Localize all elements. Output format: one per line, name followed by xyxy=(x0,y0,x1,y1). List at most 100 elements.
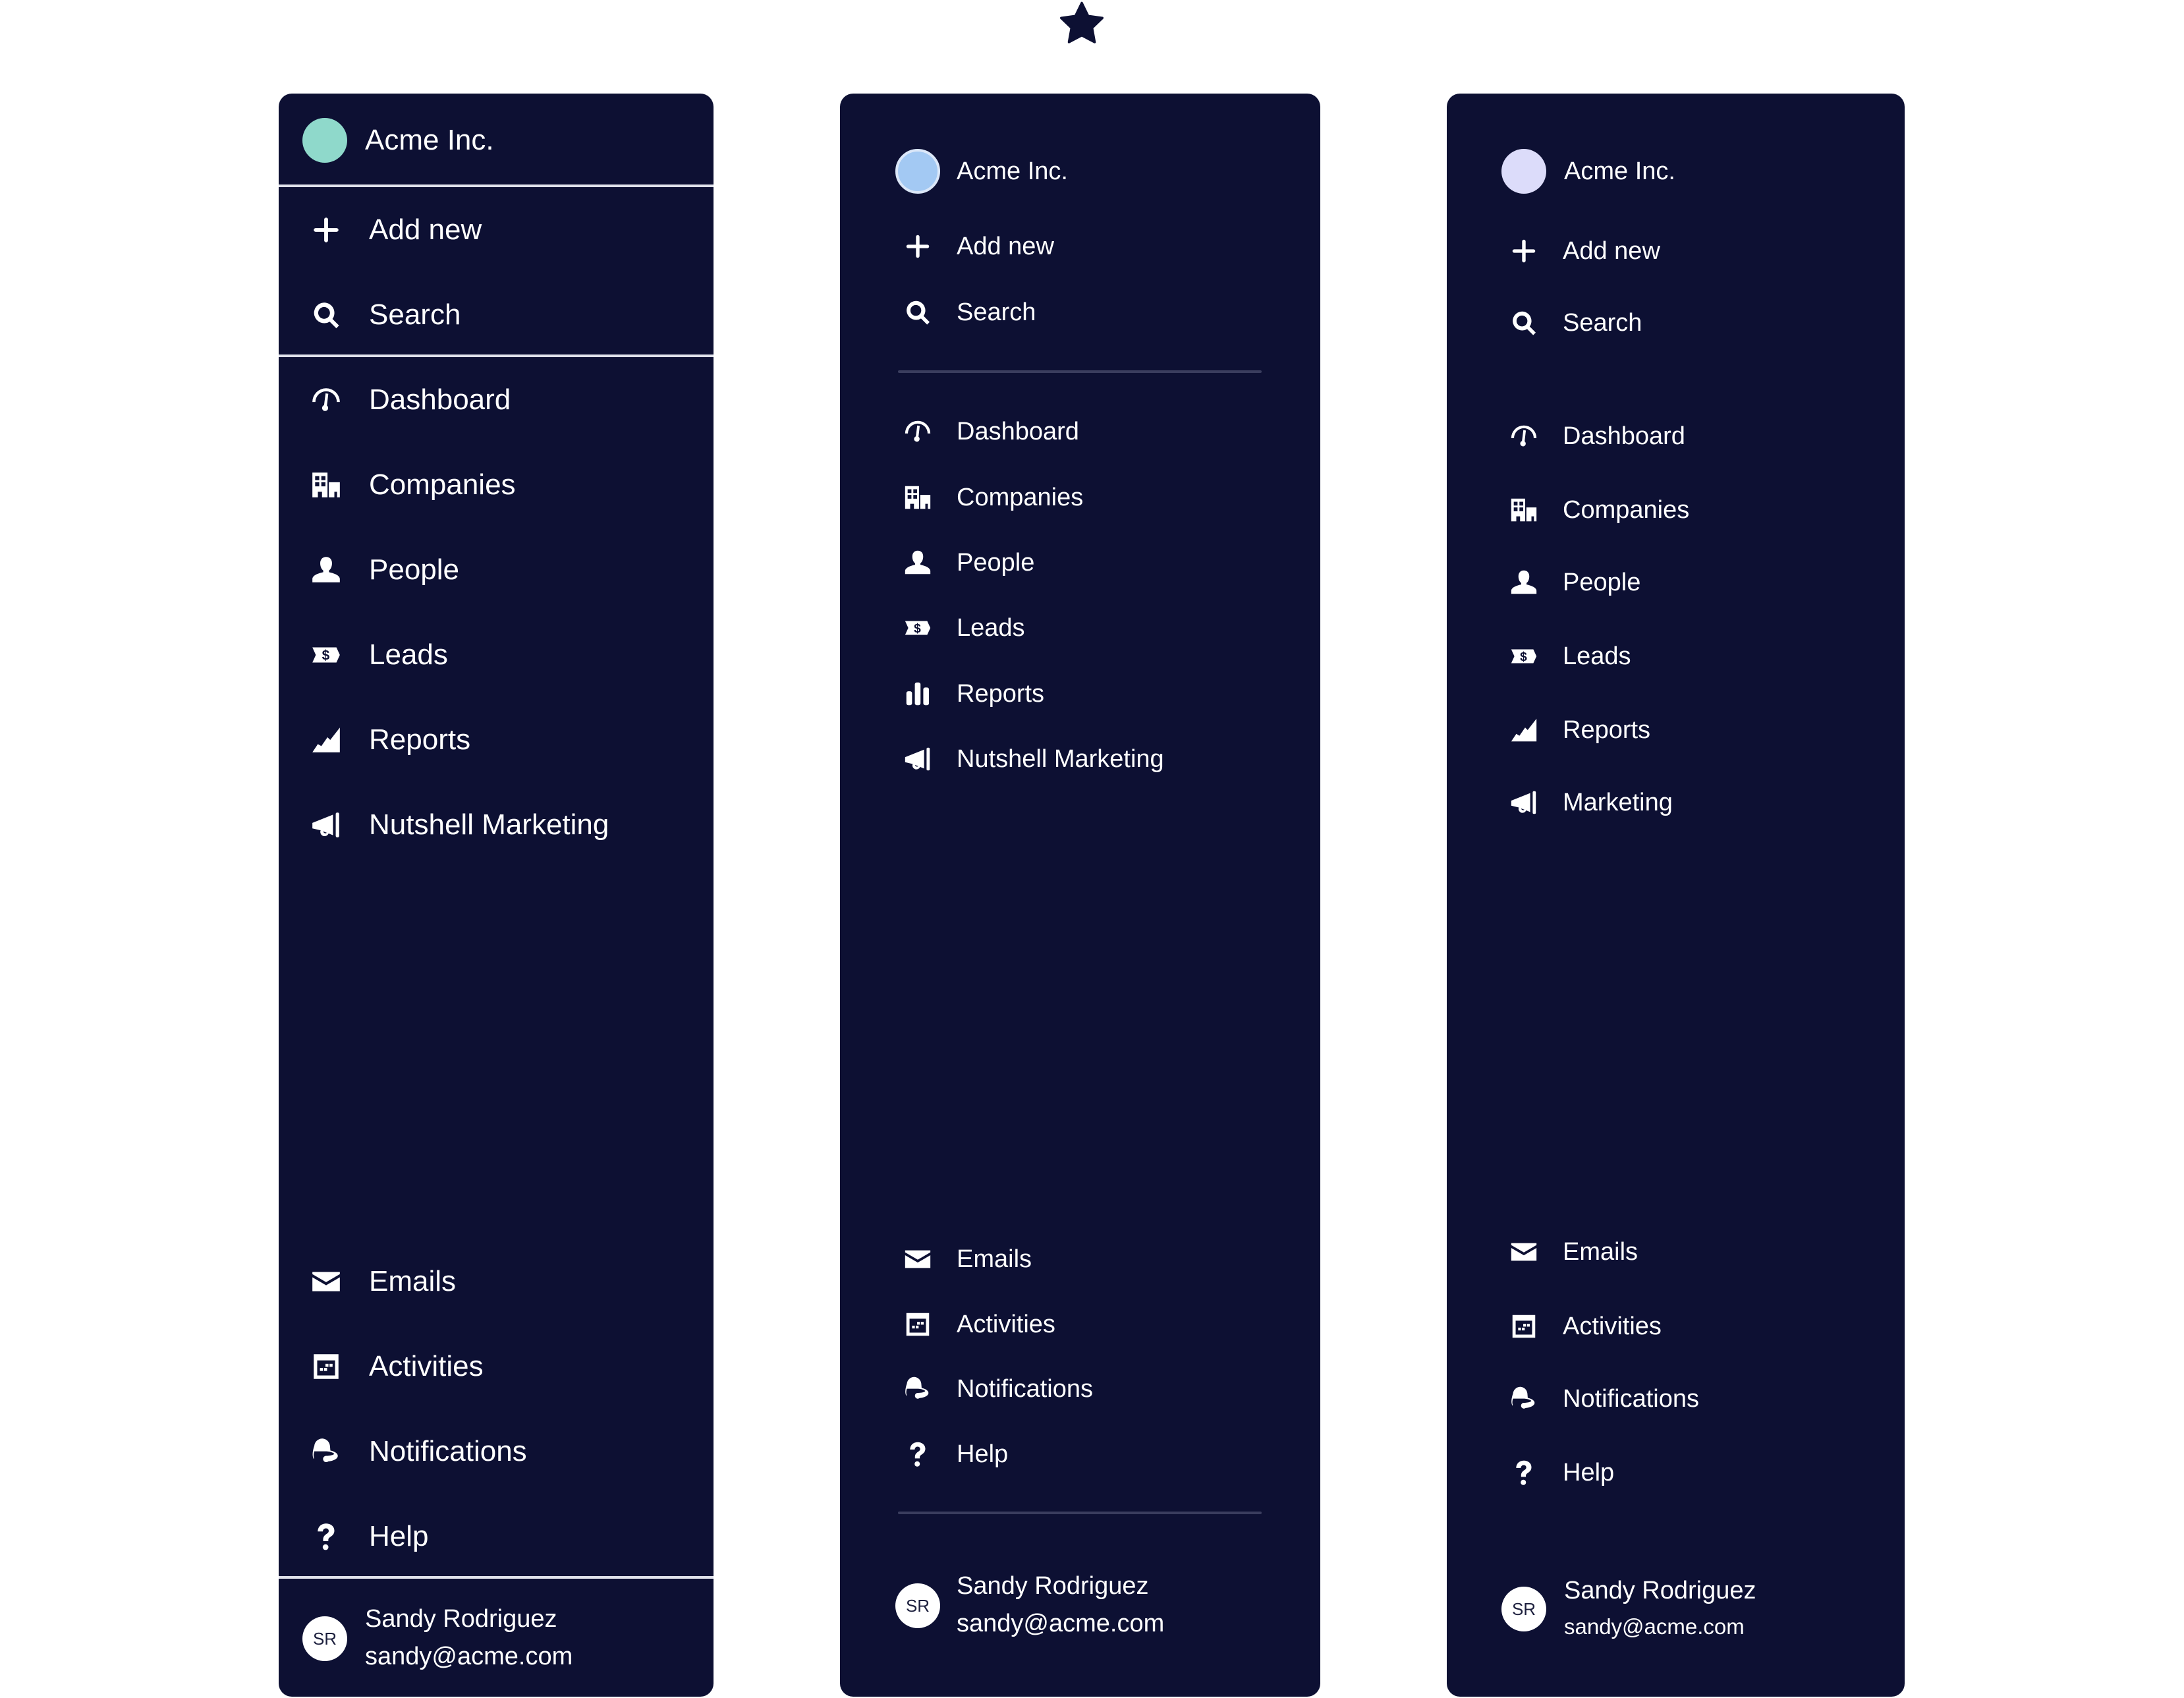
question-icon xyxy=(903,1439,933,1469)
avatar: SR xyxy=(895,1583,940,1628)
user-name: Sandy Rodriguez xyxy=(365,1605,557,1633)
user-email: sandy@acme.com xyxy=(957,1610,1165,1637)
nav-label: Dashboard xyxy=(1563,422,1685,450)
nav-label: Dashboard xyxy=(369,383,511,416)
org-logo xyxy=(895,149,940,194)
nav-label: Companies xyxy=(957,483,1084,511)
plus-icon xyxy=(1509,236,1539,266)
nav-label: People xyxy=(369,553,460,586)
nav-label: Dashboard xyxy=(957,417,1079,445)
sidebar-variant-a: Acme Inc. Add new Search Dashboard Compa… xyxy=(279,94,714,1697)
nav-label: Help xyxy=(369,1520,429,1552)
nav-label: Nutshell Marketing xyxy=(957,745,1164,773)
calendar-icon xyxy=(310,1350,343,1383)
building-icon xyxy=(1509,495,1539,525)
avatar: SR xyxy=(1501,1587,1546,1631)
star-icon xyxy=(1060,1,1104,43)
plus-icon xyxy=(310,213,343,246)
nav-label: Marketing xyxy=(1563,788,1673,816)
nav-label: Emails xyxy=(957,1245,1032,1273)
avatar: SR xyxy=(302,1616,347,1661)
building-icon xyxy=(310,468,343,501)
nav-label: People xyxy=(1563,568,1641,596)
area-chart-icon xyxy=(1509,715,1539,745)
question-icon xyxy=(1509,1457,1539,1488)
nav-label: Reports xyxy=(1563,716,1651,744)
nav-label: Reports xyxy=(957,679,1045,708)
building-icon xyxy=(903,482,933,513)
divider xyxy=(279,184,714,187)
nav-label: Emails xyxy=(1563,1237,1638,1266)
nav-label: Nutshell Marketing xyxy=(369,808,609,841)
bell-icon xyxy=(1509,1384,1539,1414)
question-icon xyxy=(310,1520,343,1553)
dollar-tag-icon xyxy=(1509,641,1539,671)
sidebar-variant-b: Acme Inc. Add new Search Dashboard Compa… xyxy=(840,94,1320,1697)
user-email: sandy@acme.com xyxy=(365,1643,573,1670)
bell-icon xyxy=(903,1374,933,1404)
envelope-icon xyxy=(310,1265,343,1298)
nav-label: Notifications xyxy=(1563,1384,1699,1413)
nav-label: Notifications xyxy=(369,1435,527,1467)
nav-label: Reports xyxy=(369,723,471,756)
org-logo xyxy=(1501,149,1546,194)
megaphone-icon xyxy=(903,744,933,774)
org-name: Acme Inc. xyxy=(1564,157,1675,185)
divider xyxy=(898,1512,1262,1514)
search-label: Search xyxy=(369,298,461,331)
user-profile[interactable]: SR Sandy Rodriguez sandy@acme.com xyxy=(1447,1556,1905,1682)
search-icon xyxy=(310,298,343,331)
gauge-icon xyxy=(903,416,933,447)
nav-label: Companies xyxy=(1563,495,1690,524)
person-icon xyxy=(1509,567,1539,598)
calendar-icon xyxy=(1509,1311,1539,1342)
person-icon xyxy=(903,548,933,578)
dollar-tag-icon xyxy=(903,613,933,643)
bell-icon xyxy=(310,1435,343,1468)
nav-label: Activities xyxy=(957,1310,1055,1338)
user-profile[interactable]: SR Sandy Rodriguez sandy@acme.com xyxy=(840,1543,1320,1675)
nav-label: Help xyxy=(957,1440,1009,1468)
search-label: Search xyxy=(957,298,1036,326)
nav-label: Companies xyxy=(369,468,516,501)
gauge-icon xyxy=(1509,421,1539,451)
envelope-icon xyxy=(903,1244,933,1274)
nav-label: Activities xyxy=(1563,1312,1662,1340)
user-name: Sandy Rodriguez xyxy=(1564,1577,1756,1604)
nav-label: Emails xyxy=(369,1265,457,1297)
nav-label: Leads xyxy=(1563,642,1631,670)
user-profile[interactable]: SR Sandy Rodriguez sandy@acme.com xyxy=(279,1579,714,1697)
calendar-icon xyxy=(903,1309,933,1340)
avatar-initials: SR xyxy=(312,1628,337,1649)
add-new-label: Add new xyxy=(1563,237,1660,265)
nav-label: Leads xyxy=(957,613,1025,642)
org-name: Acme Inc. xyxy=(365,124,494,156)
add-new-label: Add new xyxy=(957,232,1054,260)
org-name: Acme Inc. xyxy=(957,157,1068,185)
area-chart-icon xyxy=(310,723,343,756)
org-logo xyxy=(302,118,347,163)
megaphone-icon xyxy=(1509,787,1539,818)
avatar-initials: SR xyxy=(905,1595,930,1616)
add-new-label: Add new xyxy=(369,213,482,246)
nav-label: Help xyxy=(1563,1458,1615,1486)
envelope-icon xyxy=(1509,1237,1539,1267)
bar-chart-icon xyxy=(903,679,933,709)
divider xyxy=(898,370,1262,373)
avatar-initials: SR xyxy=(1511,1599,1536,1619)
search-icon xyxy=(1509,308,1539,338)
person-icon xyxy=(310,553,343,586)
search-label: Search xyxy=(1563,308,1642,337)
nav-label: Activities xyxy=(369,1350,484,1382)
dollar-tag-icon xyxy=(310,638,343,671)
nav-label: Notifications xyxy=(957,1374,1093,1403)
plus-icon xyxy=(903,231,933,262)
divider xyxy=(279,354,714,357)
megaphone-icon xyxy=(310,808,343,841)
sidebar-variant-c: Acme Inc. Add new Search Dashboard Compa… xyxy=(1447,94,1905,1697)
nav-label: Leads xyxy=(369,638,448,671)
search-icon xyxy=(903,297,933,327)
user-name: Sandy Rodriguez xyxy=(957,1572,1149,1600)
nav-label: People xyxy=(957,548,1035,577)
user-email: sandy@acme.com xyxy=(1564,1614,1745,1639)
